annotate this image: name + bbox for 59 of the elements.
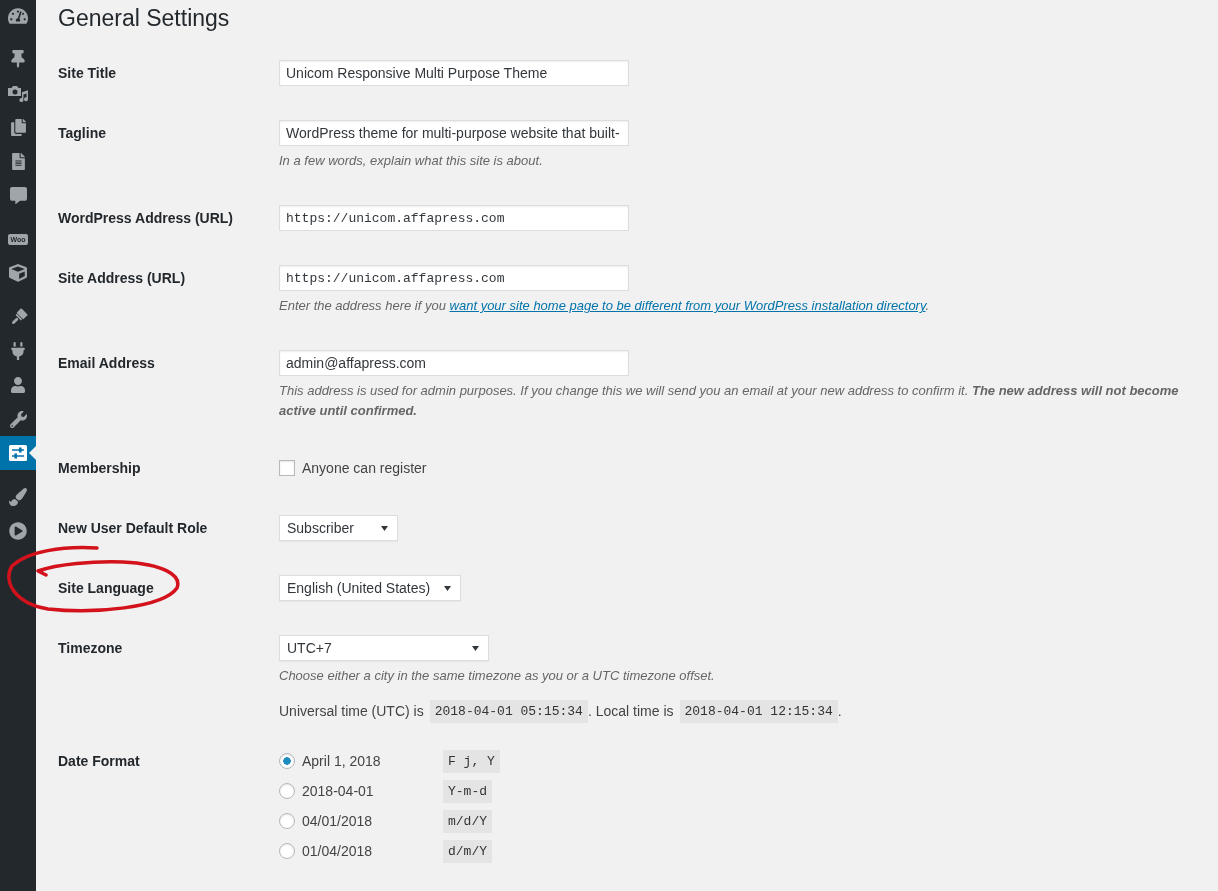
field-label: Tagline — [58, 125, 106, 141]
field-label: Membership — [58, 460, 141, 476]
radio-button[interactable] — [279, 813, 295, 829]
wrench-icon — [9, 410, 27, 428]
camera-music-icon — [8, 84, 28, 102]
dropdown-select[interactable]: Subscriber — [279, 515, 398, 541]
input-field[interactable]: Unicom Responsive Multi Purpose Theme — [279, 60, 629, 86]
input-field[interactable]: WordPress theme for multi-purpose website that built- — [279, 120, 629, 146]
field-label: Site Title — [58, 65, 117, 81]
gauge-icon — [8, 6, 28, 26]
dropdown-select[interactable]: English (United States) — [279, 575, 462, 601]
speech-bubble-icon — [9, 186, 27, 204]
field-label: New User Default Role — [58, 520, 208, 536]
radio-label[interactable]: 2018-04-01 — [302, 783, 374, 799]
format-code: F j, Y — [443, 749, 500, 773]
caret-icon — [472, 645, 479, 651]
format-code: m/d/Y — [443, 809, 492, 833]
time-value: 2018-04-01 05:15:34 — [429, 699, 588, 723]
sidebar-item[interactable] — [0, 436, 36, 470]
time-value: 2018-04-01 12:15:34 — [679, 699, 838, 723]
user-icon — [10, 377, 26, 393]
help-link[interactable]: want your site home page to be different from your WordPress installation directory — [449, 298, 926, 313]
field-label: Site Language — [58, 580, 154, 596]
pushpin-icon — [9, 50, 27, 68]
checkbox[interactable] — [279, 460, 295, 476]
paintbrush-icon — [9, 488, 27, 506]
field-label: Timezone — [58, 640, 123, 656]
radio-button[interactable] — [279, 753, 295, 769]
field-description: This address is used for admin purposes. If you change this we will send you an email at your new address to confirm it. The new address will not become active until confirmed. — [279, 382, 1180, 420]
input-field[interactable]: https://unicom.affapress.com — [279, 265, 629, 291]
field-label: Site Address (URL) — [58, 270, 186, 286]
checkbox-label[interactable]: Anyone can register — [302, 460, 427, 476]
field-description: Enter the address here if you want your site home page to be different from your WordPress installation directory. — [279, 297, 931, 315]
plug-icon — [9, 342, 27, 360]
radio-label[interactable]: 04/01/2018 — [302, 813, 373, 829]
radio-button[interactable] — [279, 783, 295, 799]
field-description: Choose either a city in the same timezone as you or a UTC timezone offset. — [279, 667, 716, 685]
sliders-icon — [9, 445, 27, 461]
radio-label[interactable]: 01/04/2018 — [302, 843, 373, 859]
field-label: Email Address — [58, 355, 155, 371]
document-icon — [9, 152, 27, 170]
caret-icon — [444, 585, 452, 591]
format-code: Y-m-d — [443, 779, 492, 803]
field-label: Date Format — [58, 753, 140, 769]
input-field[interactable]: admin@affapress.com — [279, 350, 629, 376]
field-description: In a few words, explain what this site is about. — [279, 152, 544, 170]
time-text: Universal time (UTC) is — [279, 702, 424, 721]
field-label: WordPress Address (URL) — [58, 210, 234, 226]
time-text: . Local time is — [587, 702, 674, 721]
format-code: d/m/Y — [443, 839, 492, 863]
input-field[interactable]: https://unicom.affapress.com — [279, 205, 629, 231]
radio-button[interactable] — [279, 843, 295, 859]
time-text: . — [837, 702, 842, 721]
caret-icon — [381, 525, 388, 531]
cube-icon — [9, 264, 27, 282]
copy-icon — [9, 118, 27, 136]
radio-label[interactable]: April 1, 2018 — [302, 753, 381, 769]
dropdown-select[interactable]: UTC+7 — [279, 635, 489, 661]
page-title: General Settings — [58, 4, 230, 33]
